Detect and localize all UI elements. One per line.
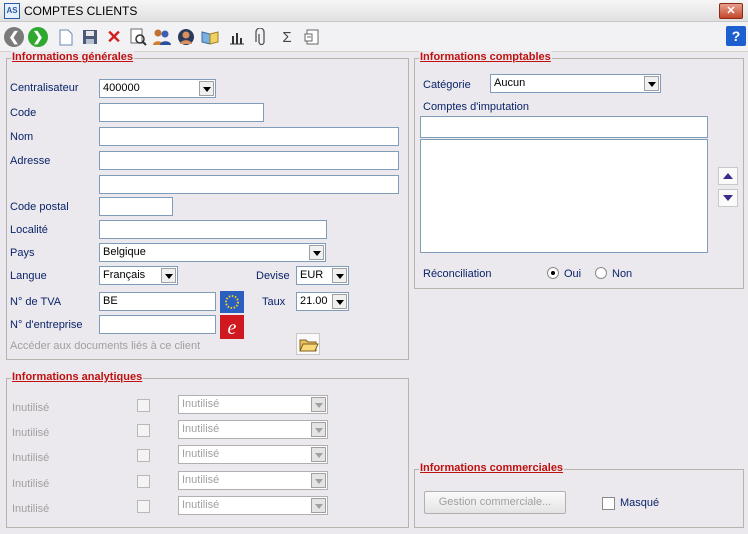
forward-icon[interactable]: ❯	[28, 27, 48, 47]
analytic-label: Inutilisé	[12, 402, 50, 414]
analytic-checkbox[interactable]	[137, 475, 150, 488]
book-icon[interactable]	[200, 27, 220, 47]
taux-select[interactable]: 21.00	[296, 292, 349, 311]
svg-text:e: e	[228, 317, 237, 339]
code-label: Code	[10, 107, 37, 119]
title-bar: AS COMPTES CLIENTS ✕	[0, 0, 748, 22]
app-icon: AS	[4, 3, 20, 19]
window-title: COMPTES CLIENTS	[24, 4, 138, 18]
chevron-down-icon	[311, 498, 326, 513]
adresse-input[interactable]	[99, 151, 399, 170]
analytic-select[interactable]: Inutilisé	[178, 420, 328, 439]
adresse-label: Adresse	[10, 155, 51, 167]
analytic-label: Inutilisé	[12, 427, 50, 439]
pays-label: Pays	[10, 247, 35, 259]
langue-select[interactable]: Français	[99, 266, 178, 285]
categorie-label: Catégorie	[423, 79, 471, 91]
commercial-info-title: Informations commerciales	[419, 462, 565, 474]
chevron-down-icon	[311, 422, 326, 437]
comptes-input[interactable]	[420, 116, 708, 138]
entreprise-input[interactable]	[99, 315, 216, 334]
reconciliation-oui-radio[interactable]	[547, 267, 559, 279]
chevron-down-icon	[332, 268, 347, 283]
langue-label: Langue	[10, 270, 47, 282]
chevron-down-icon	[161, 268, 176, 283]
eu-flag-icon[interactable]	[220, 291, 244, 313]
open-folder-icon[interactable]	[296, 333, 320, 355]
analytic-select[interactable]: Inutilisé	[178, 471, 328, 490]
pays-select[interactable]: Belgique	[99, 243, 326, 262]
centralisateur-select[interactable]: 400000	[99, 79, 216, 98]
analytic-checkbox[interactable]	[137, 424, 150, 437]
tva-input[interactable]: BE	[99, 292, 216, 311]
centralisateur-label: Centralisateur	[10, 82, 79, 94]
chevron-down-icon	[332, 294, 347, 309]
tva-label: N° de TVA	[10, 296, 62, 308]
new-document-icon[interactable]	[56, 27, 76, 47]
gestion-commerciale-button[interactable]: Gestion commerciale...	[424, 491, 566, 514]
chevron-down-icon	[199, 81, 214, 96]
chevron-down-icon	[311, 447, 326, 462]
masque-checkbox[interactable]	[602, 497, 615, 510]
categorie-select[interactable]: Aucun	[490, 74, 661, 93]
analytic-checkbox[interactable]	[137, 500, 150, 513]
code-postal-input[interactable]	[99, 197, 173, 216]
analytic-select[interactable]: Inutilisé	[178, 445, 328, 464]
save-icon[interactable]	[80, 27, 100, 47]
entreprise-label: N° d'entreprise	[10, 319, 83, 331]
close-button[interactable]: ✕	[719, 3, 743, 19]
reconciliation-non-label: Non	[612, 268, 633, 280]
reconciliation-label: Réconciliation	[423, 268, 492, 280]
chart-icon[interactable]	[227, 27, 247, 47]
analytic-label: Inutilisé	[12, 478, 50, 490]
analytics-info-title: Informations analytiques	[11, 371, 144, 383]
nom-input[interactable]	[99, 127, 399, 146]
users-icon[interactable]	[152, 27, 172, 47]
localite-input[interactable]	[99, 220, 327, 239]
analytic-checkbox[interactable]	[137, 449, 150, 462]
analytic-select[interactable]: Inutilisé	[178, 395, 328, 414]
attachment-icon[interactable]	[251, 27, 271, 47]
delete-icon[interactable]: ✕	[104, 27, 124, 47]
adresse-line2-input[interactable]	[99, 175, 399, 194]
nom-label: Nom	[10, 131, 34, 143]
comptes-list[interactable]	[420, 139, 708, 253]
export-icon[interactable]	[302, 27, 322, 47]
chevron-down-icon	[311, 473, 326, 488]
code-postal-label: Code postal	[10, 201, 69, 213]
masque-label: Masqué	[620, 497, 660, 509]
toolbar: ❮ ❯ ✕ Σ	[0, 22, 748, 52]
reconciliation-non-radio[interactable]	[595, 267, 607, 279]
localite-label: Localité	[10, 224, 48, 236]
help-button[interactable]: ?	[726, 26, 746, 46]
devise-select[interactable]: EUR	[296, 266, 349, 285]
accounting-info-title: Informations comptables	[419, 51, 552, 63]
devise-label: Devise	[256, 270, 290, 282]
move-down-button[interactable]	[718, 189, 738, 207]
move-up-button[interactable]	[718, 167, 738, 185]
comptes-label: Comptes d'imputation	[423, 101, 530, 113]
chevron-down-icon	[644, 76, 659, 91]
general-info-title: Informations générales	[11, 51, 135, 63]
analytic-select[interactable]: Inutilisé	[178, 496, 328, 515]
documents-label: Accéder aux documents liés à ce client	[10, 340, 201, 352]
taux-label: Taux	[262, 296, 286, 308]
reconciliation-oui-label: Oui	[564, 268, 582, 280]
search-icon[interactable]	[128, 27, 148, 47]
contact-icon[interactable]	[176, 27, 196, 47]
company-logo-icon[interactable]: e	[220, 315, 244, 339]
back-icon[interactable]: ❮	[4, 27, 24, 47]
analytic-checkbox[interactable]	[137, 399, 150, 412]
analytic-label: Inutilisé	[12, 503, 50, 515]
sum-icon[interactable]: Σ	[277, 27, 297, 47]
analytic-label: Inutilisé	[12, 452, 50, 464]
chevron-down-icon	[311, 397, 326, 412]
chevron-down-icon	[309, 245, 324, 260]
code-input[interactable]	[99, 103, 264, 122]
